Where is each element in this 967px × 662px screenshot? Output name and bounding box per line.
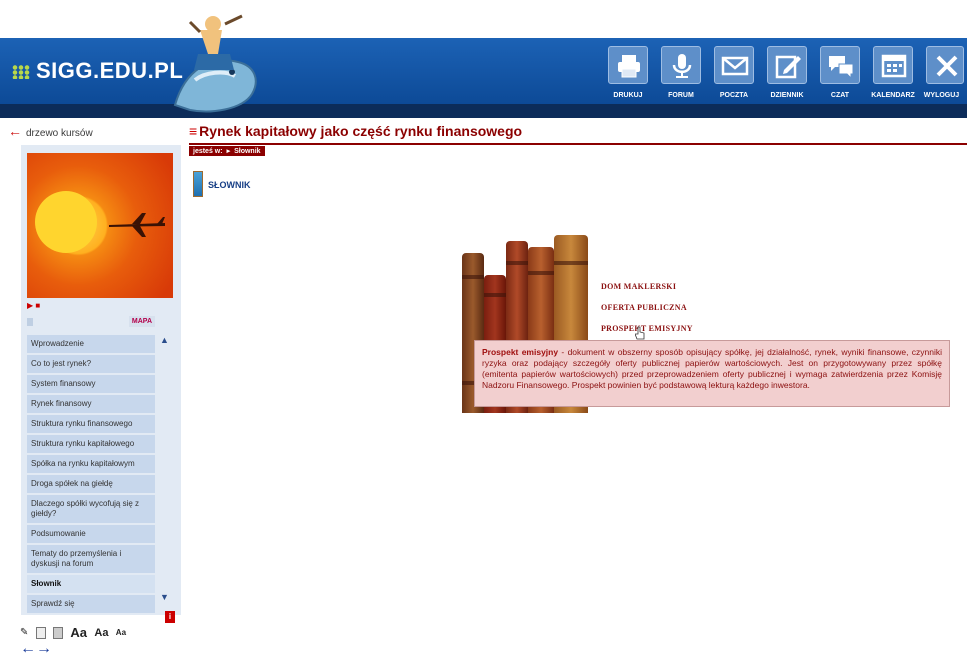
airplane-icon	[109, 213, 165, 237]
microphone-icon	[672, 54, 692, 78]
breadcrumb-prefix: jesteś w:	[193, 148, 223, 155]
lesson-item[interactable]: Rynek finansowy	[27, 395, 155, 413]
lesson-item[interactable]: Sprawdź się	[27, 595, 155, 613]
glossary-item-prospekt-emisyjny[interactable]: PROSPEKT EMISYJNY	[601, 324, 693, 333]
lesson-list: Wprowadzenie Co to jest rynek? System fina…	[27, 335, 155, 615]
print-label: DRUKUJ	[613, 92, 643, 99]
lesson-item[interactable]: Spółka na rynku kapitałowym	[27, 455, 155, 473]
close-x-icon	[936, 55, 958, 77]
lesson-item[interactable]: Podsumowanie	[27, 525, 155, 543]
journal-button[interactable]	[767, 46, 807, 84]
print-button[interactable]	[608, 46, 648, 84]
next-arrow-icon[interactable]: →	[36, 640, 52, 657]
forum-label: FORUM	[668, 92, 694, 99]
notes-list-icon[interactable]	[53, 626, 64, 639]
mail-label: POCZTA	[719, 92, 749, 99]
dictionary-book-icon	[193, 171, 203, 197]
lesson-item[interactable]: Wprowadzenie	[27, 335, 155, 353]
toggle-square-icon[interactable]	[27, 318, 33, 326]
page-title: ≡ Rynek kapitałowy jako część rynku finan…	[189, 123, 522, 139]
chat-bubbles-icon	[829, 56, 854, 80]
breadcrumb-separator-icon: ▸	[226, 148, 231, 155]
mascot-dolphin-rider-icon	[173, 14, 257, 113]
calendar-icon	[881, 54, 907, 78]
glossary-item-dom-maklerski[interactable]: DOM MAKLERSKI	[601, 282, 693, 291]
definition-tooltip: Prospekt emisyjny - dokument w obszerny …	[474, 340, 950, 407]
mapa-button[interactable]: MAPA	[128, 316, 155, 327]
lesson-item[interactable]: Słownik	[27, 575, 155, 593]
header-bottom-strip	[0, 104, 967, 118]
menu-lines-icon: ≡	[189, 123, 198, 139]
lesson-item[interactable]: Struktura rynku kapitałowego	[27, 435, 155, 453]
scroll-up-icon[interactable]: ▲	[160, 335, 169, 345]
mail-button[interactable]	[714, 46, 754, 84]
calendar-label: KALENDARZ	[871, 92, 915, 99]
page-title-text: Rynek kapitałowy jako część rynku finans…	[199, 123, 523, 139]
note-icon[interactable]	[35, 626, 46, 639]
forum-button[interactable]	[661, 46, 701, 84]
course-tree-label: drzewo kursów	[26, 128, 93, 139]
bottom-toolbar: ✎ Aa Aa Aa	[20, 625, 130, 640]
logout-label: WYLOGUJ	[923, 92, 960, 99]
page: SIGG.EDU.PL DRUKUJ FORUM POCZTA DZIENNIK…	[0, 0, 967, 662]
logout-button[interactable]	[926, 46, 964, 84]
logo-dots-icon	[12, 65, 30, 80]
lesson-photo	[27, 153, 173, 298]
arrow-left-icon: ←	[8, 123, 22, 139]
section-label: SŁOWNIK	[208, 180, 251, 190]
glossary-links: DOM MAKLERSKI OFERTA PUBLICZNA PROSPEKT …	[601, 282, 693, 345]
hand-cursor-icon	[635, 326, 645, 340]
scroll-down-icon[interactable]: ▼	[160, 592, 169, 602]
notebook-pencil-icon	[775, 55, 801, 79]
lesson-item[interactable]: Co to jest rynek?	[27, 355, 155, 373]
lesson-item[interactable]: Droga spółek na giełdę	[27, 475, 155, 493]
tooltip-term: Prospekt emisyjny	[482, 347, 559, 357]
chat-button[interactable]	[820, 46, 860, 84]
journal-label: DZIENNIK	[770, 92, 804, 99]
calendar-button[interactable]	[873, 46, 913, 84]
lesson-item[interactable]: Dlaczego spółki wycofują się z giełdy?	[27, 495, 155, 523]
printer-icon	[618, 55, 640, 78]
sidebar: ▶ ■ MAPA Wprowadzenie Co to jest rynek? Sy…	[21, 145, 181, 623]
photo-play-controls[interactable]: ▶ ■	[27, 301, 40, 310]
mapa-row: MAPA	[27, 316, 155, 330]
lesson-item[interactable]: Tematy do przemyślenia i dyskusji na for…	[27, 545, 155, 573]
font-small-button[interactable]: Aa	[116, 628, 126, 637]
breadcrumb: jesteś w: ▸ Słownik	[189, 146, 265, 156]
site-logo[interactable]: SIGG.EDU.PL	[12, 58, 183, 84]
breadcrumb-current[interactable]: Słownik	[234, 148, 260, 155]
course-tree-link[interactable]: ← drzewo kursów	[8, 123, 93, 139]
font-large-button[interactable]: Aa	[70, 625, 87, 640]
pin-icon[interactable]: ✎	[20, 627, 28, 638]
font-medium-button[interactable]: Aa	[94, 627, 108, 639]
lesson-item[interactable]: System finansowy	[27, 375, 155, 393]
title-underline	[189, 143, 967, 145]
chat-label: CZAT	[830, 92, 850, 99]
page-navigation: ←→	[20, 640, 52, 658]
prev-arrow-icon[interactable]: ←	[20, 640, 36, 657]
info-badge-icon[interactable]: i	[165, 611, 175, 623]
lesson-item[interactable]: Struktura rynku finansowego	[27, 415, 155, 433]
glossary-item-oferta-publiczna[interactable]: OFERTA PUBLICZNA	[601, 303, 693, 312]
sun-shape	[35, 191, 97, 253]
envelope-icon	[721, 56, 749, 76]
